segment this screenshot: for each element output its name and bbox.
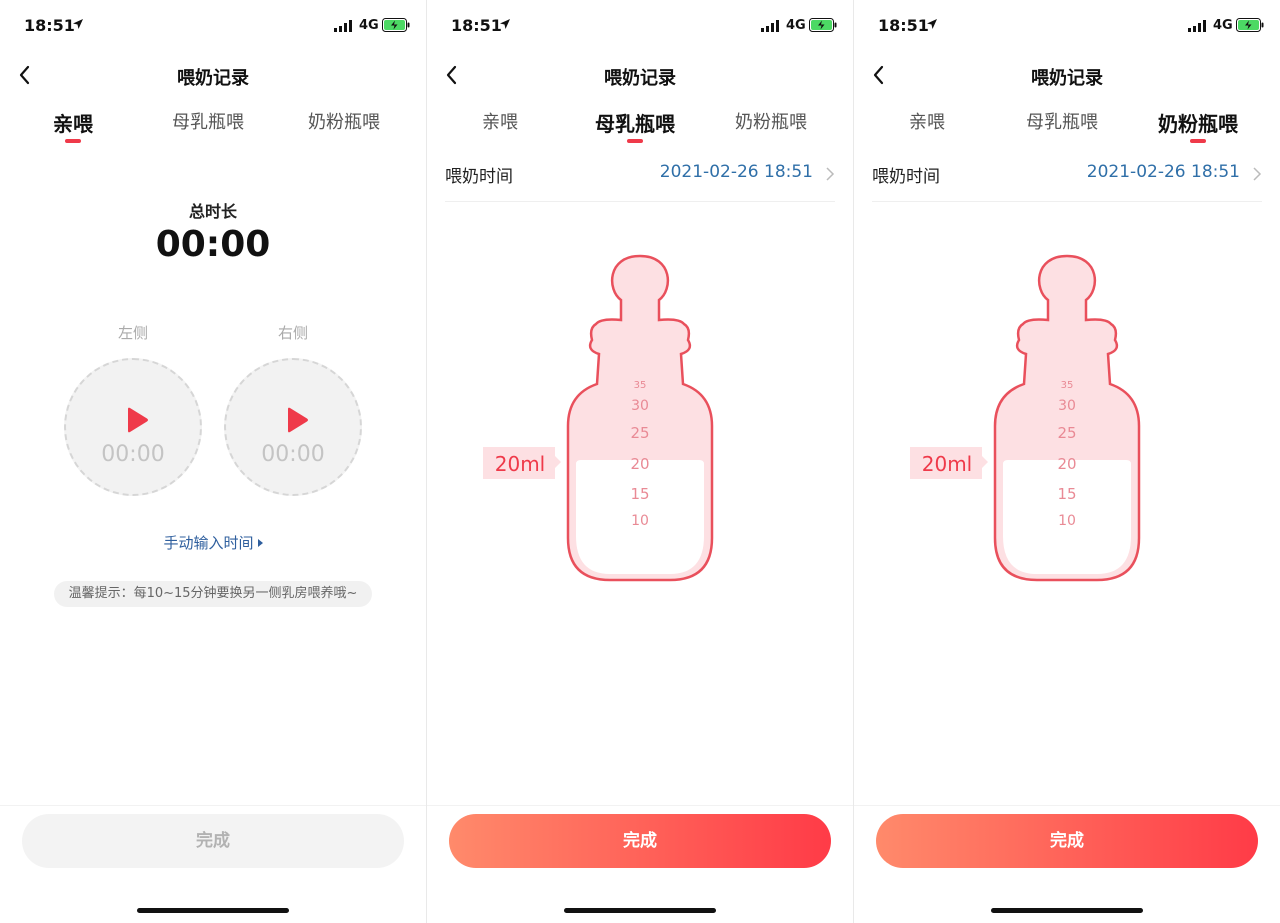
status-time: 18:51: [878, 16, 929, 35]
feeding-type-tabs: 亲喂 母乳瓶喂 奶粉瓶喂: [854, 108, 1280, 152]
status-bar: 18:51 4G: [427, 14, 853, 38]
page-title: 喂奶记录: [604, 68, 676, 89]
screen-breast-feeding: 18:51 4G 喂奶记录 亲喂 母乳瓶喂 奶粉瓶喂 总时长 00:00 左侧 …: [0, 0, 426, 923]
signal-icon: [334, 20, 352, 32]
done-button[interactable]: 完成: [876, 814, 1258, 868]
nav-bar: 喂奶记录: [854, 58, 1280, 94]
tab-breast-feeding[interactable]: 亲喂: [874, 108, 980, 148]
tab-label: 母乳瓶喂: [172, 112, 244, 133]
location-arrow-icon: [500, 19, 510, 29]
battery-charging-icon: [809, 18, 837, 32]
status-bar: 18:51 4G: [854, 14, 1280, 38]
feeding-time-label: 喂奶时间: [872, 167, 940, 187]
scale-mark-10: 10: [631, 513, 649, 529]
scale-mark-25: 25: [1057, 424, 1076, 442]
bottom-bar: 完成: [854, 805, 1280, 877]
location-arrow-icon: [73, 19, 83, 29]
feeding-type-tabs: 亲喂 母乳瓶喂 奶粉瓶喂: [427, 108, 853, 152]
tab-formula-bottle[interactable]: 奶粉瓶喂: [1140, 108, 1256, 148]
tip-message: 温馨提示：每10~15分钟要换另一侧乳房喂养哦~: [54, 581, 372, 607]
play-icon: [288, 407, 308, 433]
bottle-amount-slider[interactable]: 35 30 25 20 15 10 20ml: [910, 248, 1210, 588]
left-side-label: 左侧: [117, 324, 148, 342]
tab-label: 亲喂: [909, 112, 945, 133]
manual-input-time-link[interactable]: 手动输入时间: [0, 532, 426, 553]
feeding-time-value: 2021-02-26 18:51: [659, 162, 813, 182]
network-label: 4G: [786, 18, 806, 33]
screen-formula-bottle: 18:51 4G 喂奶记录 亲喂 母乳瓶喂 奶粉瓶喂 喂奶时间 2021-02-…: [854, 0, 1280, 923]
right-side-label: 右侧: [277, 324, 308, 342]
total-duration-label: 总时长: [188, 202, 237, 221]
scale-mark-20: 20: [630, 455, 649, 473]
bottom-bar: 完成: [0, 805, 426, 877]
tab-formula-bottle[interactable]: 奶粉瓶喂: [286, 108, 402, 148]
signal-icon: [761, 20, 779, 32]
caret-right-icon: [257, 539, 263, 547]
play-icon: [128, 407, 148, 433]
chevron-right-icon: [1253, 167, 1262, 181]
network-label: 4G: [1213, 18, 1233, 33]
active-tab-indicator: [65, 139, 81, 143]
bottom-bar: 完成: [427, 805, 853, 877]
scale-mark-15: 15: [630, 485, 649, 503]
amount-label: 20ml: [922, 452, 973, 476]
scale-mark-35: 35: [1061, 380, 1074, 391]
signal-icon: [1188, 20, 1206, 32]
status-time: 18:51: [451, 16, 502, 35]
tab-breast-milk-bottle[interactable]: 母乳瓶喂: [156, 108, 260, 148]
tab-breast-feeding[interactable]: 亲喂: [447, 108, 553, 148]
feeding-time-row[interactable]: 喂奶时间 2021-02-26 18:51: [445, 150, 835, 202]
nav-bar: 喂奶记录: [427, 58, 853, 94]
tab-label: 母乳瓶喂: [1026, 112, 1098, 133]
status-time: 18:51: [24, 16, 75, 35]
page-title: 喂奶记录: [177, 68, 249, 89]
left-timer-value: 00:00: [101, 442, 165, 467]
tab-label: 奶粉瓶喂: [735, 112, 807, 133]
battery-charging-icon: [1236, 18, 1264, 32]
scale-mark-30: 30: [1058, 398, 1076, 414]
total-duration-value: 00:00: [155, 224, 271, 265]
feeding-time-value: 2021-02-26 18:51: [1086, 162, 1240, 182]
tab-label: 亲喂: [53, 112, 93, 136]
feeding-type-tabs: 亲喂 母乳瓶喂 奶粉瓶喂: [0, 108, 426, 152]
right-timer-value: 00:00: [261, 442, 325, 467]
status-bar: 18:51 4G: [0, 14, 426, 38]
done-button[interactable]: 完成: [22, 814, 404, 868]
left-timer-button[interactable]: 00:00: [64, 358, 202, 496]
tab-breast-milk-bottle[interactable]: 母乳瓶喂: [1010, 108, 1114, 148]
scale-mark-15: 15: [1057, 485, 1076, 503]
screen-breast-milk-bottle: 18:51 4G 喂奶记录 亲喂 母乳瓶喂 奶粉瓶喂 喂奶时间 2021-02-…: [427, 0, 853, 923]
bottle-amount-slider[interactable]: 35 30 25 20 15 10 20ml: [483, 248, 783, 588]
right-timer-button[interactable]: 00:00: [224, 358, 362, 496]
location-arrow-icon: [927, 19, 937, 29]
scale-mark-10: 10: [1058, 513, 1076, 529]
manual-input-label: 手动输入时间: [163, 534, 254, 552]
feeding-time-row[interactable]: 喂奶时间 2021-02-26 18:51: [872, 150, 1262, 202]
nav-bar: 喂奶记录: [0, 58, 426, 94]
page-title: 喂奶记录: [1031, 68, 1103, 89]
tab-label: 奶粉瓶喂: [1158, 112, 1238, 136]
active-tab-indicator: [627, 139, 643, 143]
network-label: 4G: [359, 18, 379, 33]
scale-mark-30: 30: [631, 398, 649, 414]
home-indicator: [137, 908, 289, 913]
tab-breast-feeding[interactable]: 亲喂: [20, 108, 126, 148]
tab-label: 奶粉瓶喂: [308, 112, 380, 133]
tab-label: 母乳瓶喂: [595, 112, 675, 136]
scale-mark-25: 25: [630, 424, 649, 442]
tab-breast-milk-bottle[interactable]: 母乳瓶喂: [583, 108, 687, 148]
tab-label: 亲喂: [482, 112, 518, 133]
scale-mark-20: 20: [1057, 455, 1076, 473]
chevron-right-icon: [826, 167, 835, 181]
done-button[interactable]: 完成: [449, 814, 831, 868]
home-indicator: [991, 908, 1143, 913]
tab-formula-bottle[interactable]: 奶粉瓶喂: [713, 108, 829, 148]
scale-mark-35: 35: [634, 380, 647, 391]
battery-charging-icon: [382, 18, 410, 32]
home-indicator: [564, 908, 716, 913]
feeding-time-label: 喂奶时间: [445, 167, 513, 187]
amount-label: 20ml: [495, 452, 546, 476]
active-tab-indicator: [1190, 139, 1206, 143]
